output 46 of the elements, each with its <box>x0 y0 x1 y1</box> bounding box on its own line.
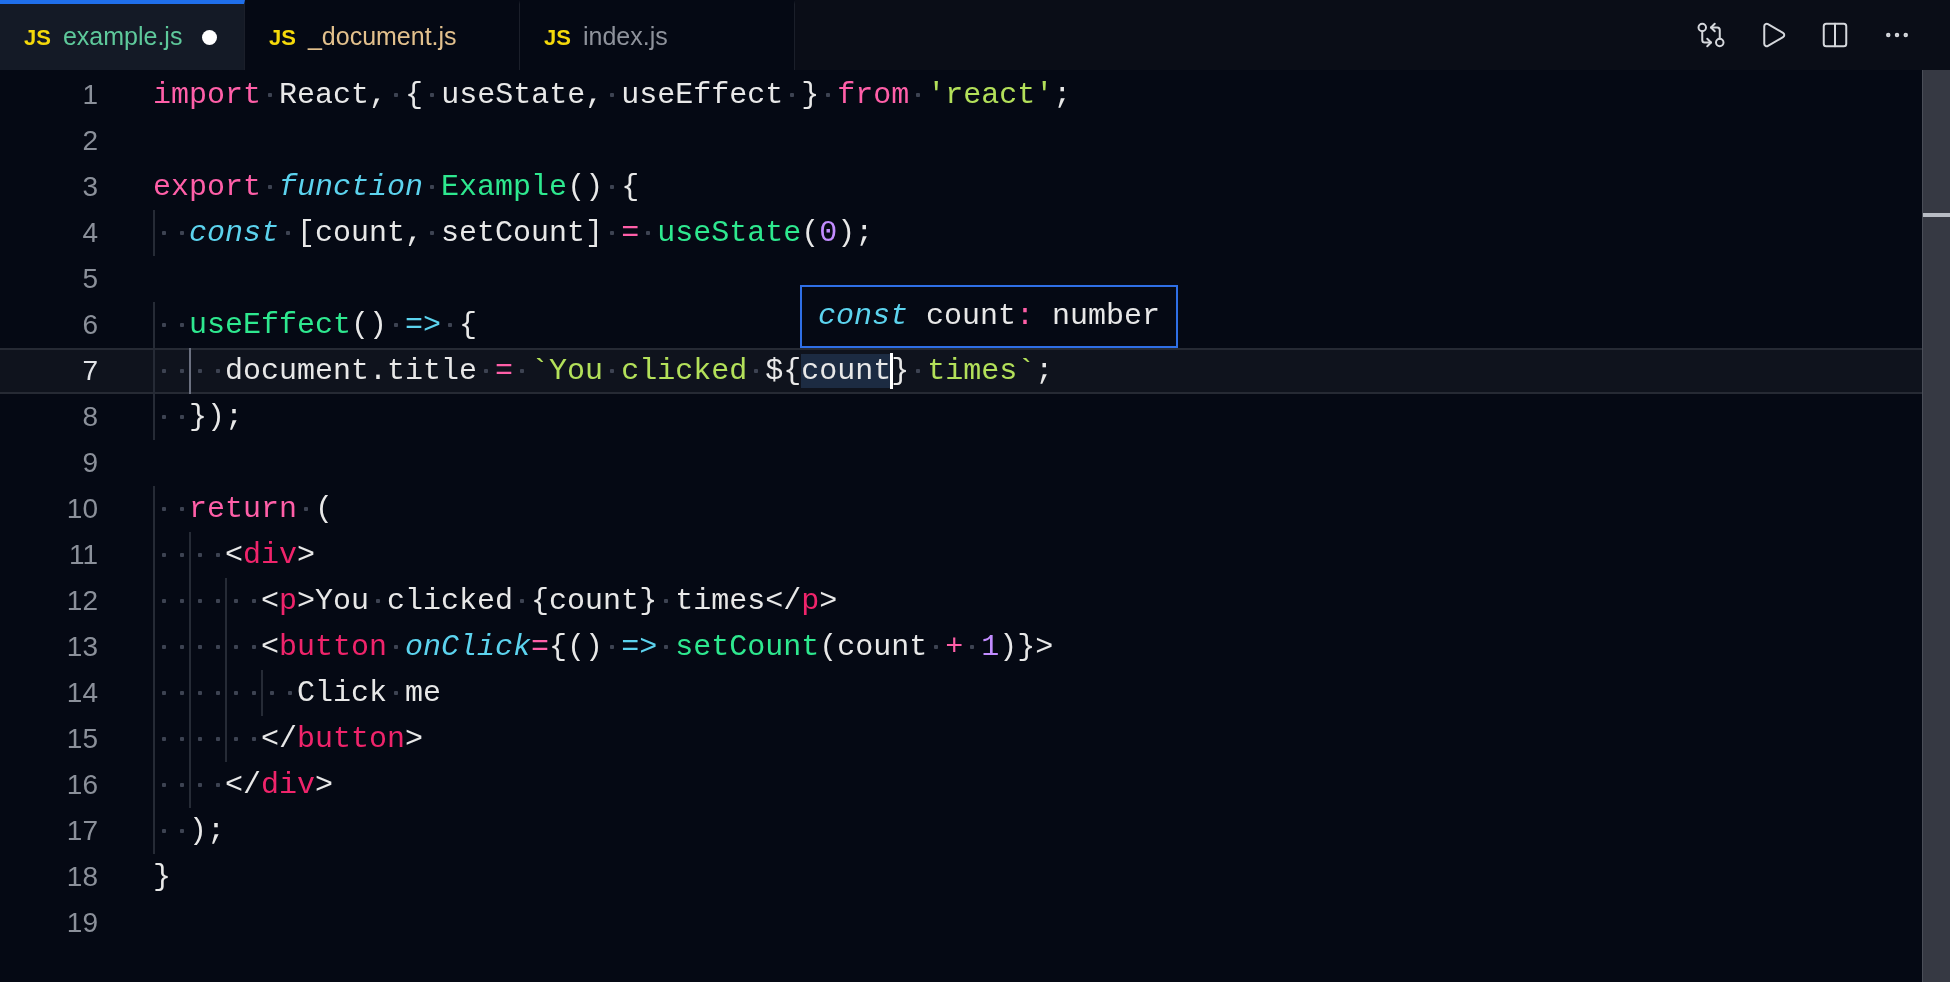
js-file-icon: JS <box>269 20 296 54</box>
code-line: useEffect() => { <box>153 302 478 348</box>
line-number: 4 <box>81 216 99 250</box>
line-number: 3 <box>81 170 99 204</box>
line-number: 7 <box>81 354 99 388</box>
code-line: </div> <box>153 762 334 808</box>
line-number: 1 <box>81 78 99 112</box>
code-line: document.title = `You clicked ${count} times`; <box>153 348 1054 394</box>
line-number: 11 <box>67 538 99 572</box>
code-line: export function Example() { <box>153 169 640 206</box>
line-number: 5 <box>81 262 99 296</box>
line-number: 14 <box>65 676 99 710</box>
js-file-icon: JS <box>24 20 51 54</box>
js-file-icon: JS <box>544 20 571 54</box>
compare-changes-icon[interactable] <box>1696 20 1726 50</box>
line-number: 9 <box>81 446 99 480</box>
line-number: 13 <box>65 630 99 664</box>
line-number: 16 <box>65 768 99 802</box>
code-line: const [count, setCount] = useState(0); <box>153 210 874 256</box>
line-number: 8 <box>81 400 99 434</box>
scrollbar[interactable] <box>1922 70 1950 982</box>
code-line: Click me <box>153 670 442 716</box>
editor-tab[interactable]: JS example.js <box>0 0 245 70</box>
editor-tab[interactable]: JS _document.js <box>245 0 520 70</box>
line-number: 6 <box>81 308 99 342</box>
code-line: } <box>153 859 171 896</box>
code-line: <div> <box>153 532 316 578</box>
line-number: 12 <box>65 584 99 618</box>
line-number: 10 <box>65 492 99 526</box>
line-number: 19 <box>65 906 99 940</box>
code-line: </button> <box>153 716 424 762</box>
split-editor-icon[interactable] <box>1820 20 1850 50</box>
code-line: <p>You clicked {count} times</p> <box>153 578 838 624</box>
tab-label: index.js <box>582 21 668 53</box>
code-line: return ( <box>153 486 334 532</box>
line-number: 15 <box>65 722 99 756</box>
code-line: <button onClick={() => setCount(count + 1)}> <box>153 624 1054 670</box>
line-number: 2 <box>81 124 99 158</box>
tab-label: _document.js <box>307 21 457 53</box>
editor-tab[interactable]: JS index.js <box>520 0 795 70</box>
line-number: 18 <box>65 860 99 894</box>
code-line: }); <box>153 394 243 440</box>
hover-tooltip: const count: number <box>800 285 1179 348</box>
line-number: 17 <box>65 814 99 848</box>
code-line: import React, { useState, useEffect } from 'react'; <box>153 77 1072 114</box>
tab-label: example.js <box>62 21 183 53</box>
